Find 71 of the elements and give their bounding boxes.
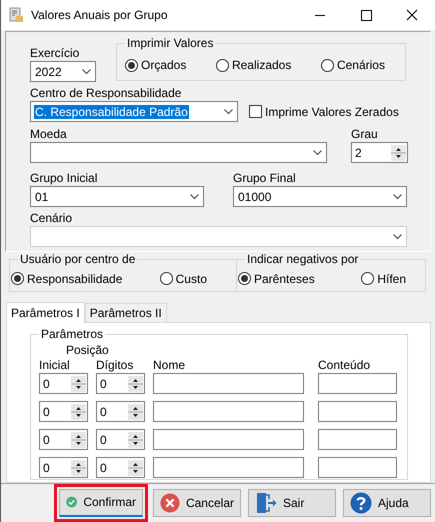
field-label: Grupo Final — [233, 171, 297, 186]
exit-door-icon — [255, 490, 277, 515]
name-field[interactable] — [153, 401, 304, 422]
spin-arrows-icon[interactable] — [128, 376, 143, 392]
content-field[interactable] — [318, 373, 397, 394]
content-field[interactable] — [318, 429, 397, 450]
spin-arrows-icon[interactable] — [128, 432, 143, 448]
dropdown-field[interactable]: 2022 — [30, 61, 96, 82]
help-icon — [350, 492, 372, 514]
spin-field[interactable]: 0 — [96, 457, 145, 478]
column-header: Nome — [153, 358, 186, 372]
name-field[interactable] — [153, 429, 304, 450]
spin-field[interactable]: 0 — [96, 401, 145, 422]
field-label: Moeda — [30, 127, 68, 142]
chevron-down-icon — [393, 194, 402, 200]
spin-field[interactable]: 2 — [351, 142, 408, 164]
spin-field[interactable]: 0 — [39, 401, 88, 422]
content-field[interactable] — [318, 401, 397, 422]
field-label: Grupo Inicial — [30, 171, 98, 186]
spin-arrows-icon[interactable] — [391, 144, 406, 161]
column-header: Dígitos — [96, 358, 134, 372]
spin-field[interactable]: 0 — [39, 457, 88, 478]
content-field[interactable] — [318, 457, 397, 478]
tab[interactable]: Parâmetros II — [84, 303, 167, 322]
spin-field[interactable]: 0 — [96, 429, 145, 450]
field-label: Centro de Responsabilidade — [30, 86, 182, 100]
radio-button[interactable]: Responsabilidade — [11, 272, 122, 286]
group-title: Usuário por centro de — [19, 252, 136, 266]
column-header: Conteúdo — [318, 358, 370, 372]
dropdown-field[interactable]: C. Responsabilidade Padrão — [30, 101, 238, 122]
field-label: Grau — [351, 127, 379, 142]
spin-arrows-icon[interactable] — [71, 432, 86, 448]
dropdown-field[interactable]: 01 — [30, 186, 204, 208]
dialog-button[interactable]: Cancelar — [153, 488, 241, 517]
radio-button[interactable]: Realizados — [216, 58, 292, 72]
dialog-button[interactable]: Sair — [248, 488, 336, 517]
chevron-down-icon — [82, 68, 91, 75]
field-label: Cenário — [30, 211, 74, 226]
window-title: Valores Anuais por Grupo — [31, 8, 169, 22]
close-icon — [160, 492, 180, 514]
dialog-button[interactable]: Ajuda — [343, 488, 431, 517]
radio-button[interactable]: Custo — [160, 272, 207, 286]
radio-button[interactable]: Cenários — [320, 58, 385, 72]
group-title: Indicar negativos por — [246, 252, 360, 266]
radio-button[interactable]: Parênteses — [238, 272, 315, 286]
app-icon — [9, 7, 24, 24]
field-label: Exercício — [30, 46, 80, 60]
chevron-down-icon — [190, 194, 199, 200]
group-title: Imprimir Valores — [126, 36, 214, 50]
name-field[interactable] — [153, 373, 304, 394]
name-field[interactable] — [153, 457, 304, 478]
chevron-down-icon — [224, 108, 233, 115]
spin-arrows-icon[interactable] — [71, 376, 86, 392]
radio-button[interactable]: Hífen — [361, 272, 406, 286]
dropdown-field[interactable]: 01000 — [233, 186, 407, 208]
group-title: Parâmetros — [40, 327, 104, 342]
spin-field[interactable]: 0 — [96, 373, 145, 394]
spin-arrows-icon[interactable] — [128, 460, 143, 476]
spin-arrows-icon[interactable] — [71, 404, 86, 420]
checkbox[interactable]: Imprime Valores Zerados — [249, 104, 399, 119]
column-group-header: Posição — [66, 343, 109, 358]
column-header: Inicial — [39, 358, 70, 372]
dropdown-field[interactable] — [30, 142, 327, 164]
spin-arrows-icon[interactable] — [71, 460, 86, 476]
chevron-down-icon — [313, 150, 322, 156]
spin-field[interactable]: 0 — [39, 429, 88, 450]
spin-field[interactable]: 0 — [39, 373, 88, 394]
tab[interactable]: Parâmetros I — [6, 302, 85, 324]
spin-arrows-icon[interactable] — [128, 404, 143, 420]
chevron-down-icon — [393, 234, 402, 240]
radio-button[interactable]: Orçados — [125, 58, 186, 72]
